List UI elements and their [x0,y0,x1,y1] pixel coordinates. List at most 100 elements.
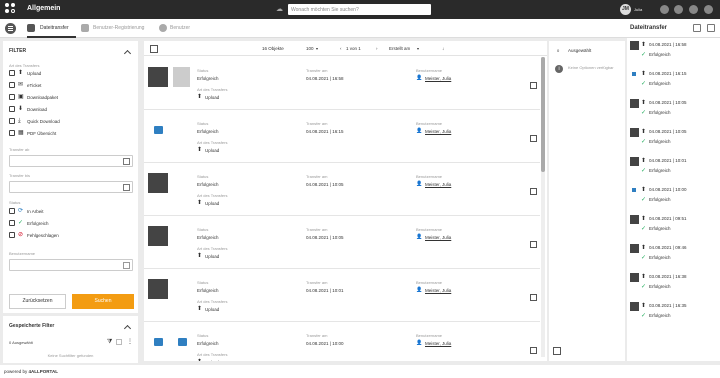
scrollbar[interactable] [541,57,545,357]
recent-transfer-item[interactable]: ⬆ 04.08.2021 | 16:15 ✓ Erfolgreich [627,67,720,96]
table-row[interactable]: Status Erfolgreich Transfer am 04.08.202… [144,269,540,322]
toggle-panel-icon[interactable] [553,347,561,355]
save-icon[interactable] [116,339,122,345]
pagination[interactable]: 1 von 1 [346,46,361,51]
more-icon[interactable] [704,5,713,14]
transfer-to-field[interactable] [9,181,133,193]
search-button[interactable]: Suchen [72,294,134,309]
username-link[interactable]: Meister, Julia [425,288,451,293]
collapse-icon[interactable] [123,324,132,333]
no-options-text: Keine Optionen verfügbar [568,65,614,70]
checkbox[interactable] [9,232,15,238]
row-checkbox[interactable] [530,82,537,89]
clock-icon[interactable] [674,5,683,14]
menu-button[interactable] [5,23,16,34]
checkbox[interactable] [9,220,15,226]
prev-page-icon[interactable]: ‹ [340,46,342,51]
row-checkbox[interactable] [530,294,537,301]
open-picker-icon[interactable] [123,262,130,269]
recent-transfer-item[interactable]: ⬆ 03.08.2021 | 16:38 ✓ Erfolgreich [627,270,720,299]
recent-status: Erfolgreich [649,284,671,289]
image-icon[interactable] [154,338,163,346]
username-link[interactable]: Meister, Julia [425,235,451,240]
sort-direction-icon[interactable]: ↓ [442,46,444,51]
tab-benutzer-registrierung[interactable]: Benutzer-Registrierung [93,25,144,31]
collapse-icon[interactable] [123,49,132,58]
thumbnail[interactable] [148,226,168,246]
cloud-icon[interactable]: ☁ [276,5,283,13]
logo-icon[interactable] [5,3,19,15]
row-checkbox[interactable] [530,188,537,195]
open-external-icon[interactable] [693,24,701,32]
table-row[interactable]: Status Erfolgreich Transfer am 04.08.202… [144,163,540,216]
recent-transfer-item[interactable]: ⬆ 04.08.2021 | 09:51 ✓ Erfolgreich [627,212,720,241]
calendar-icon[interactable] [123,184,130,191]
username-link[interactable]: Meister, Julia [425,129,451,134]
username-link[interactable]: Meister, Julia [425,76,451,81]
checkbox[interactable] [9,70,15,76]
toggle-sidebar-icon[interactable] [150,45,158,53]
chevron-down-icon[interactable]: ▾ [417,46,419,51]
per-page-select[interactable]: 100 [306,46,314,51]
user-icon: 👤 [416,287,423,293]
calendar-icon[interactable] [123,158,130,165]
brand-logo[interactable]: 4ALLPORTAL [29,369,58,374]
recent-transfer-item[interactable]: ⬆ 04.08.2021 | 09:46 ✓ Erfolgreich [627,241,720,270]
table-row[interactable]: Status Erfolgreich Transfer am 04.08.202… [144,57,540,110]
heart-icon[interactable] [689,5,698,14]
table-row[interactable]: Status Erfolgreich Transfer am 04.08.202… [144,110,540,163]
recent-transfer-item[interactable]: ⬆ 04.08.2021 | 10:01 ✓ Erfolgreich [627,154,720,183]
top-bar: Allgemein ☁ Wonach möchten Sie suchen? J… [0,0,720,19]
filter-icon[interactable]: ⧩ [107,339,112,346]
row-checkbox[interactable] [530,135,537,142]
recent-status: Erfolgreich [649,52,671,57]
search-input[interactable]: Wonach möchten Sie suchen? [288,4,431,15]
reset-button[interactable]: Zurücksetzen [9,294,66,309]
recent-transfer-item[interactable]: ⬆ 04.08.2021 | 10:05 ✓ Erfolgreich [627,96,720,125]
recent-transfer-item[interactable]: ⬆ 03.08.2021 | 16:35 ✓ Erfolgreich [627,299,720,328]
checkbox[interactable] [9,208,15,214]
status-value: Erfolgreich [197,182,219,187]
checkbox[interactable] [9,130,15,136]
tab-dateitransfer[interactable]: Dateitransfer [40,25,69,31]
recent-transfer-item[interactable]: ⬆ 04.08.2021 | 10:05 ✓ Erfolgreich [627,125,720,154]
delete-icon[interactable] [707,24,715,32]
row-checkbox[interactable] [530,347,537,354]
scrollbar-thumb[interactable] [541,57,545,172]
thumbnail[interactable] [173,67,190,87]
avatar[interactable]: JM [620,4,631,15]
status-label: Status [197,174,209,179]
next-page-icon[interactable]: › [376,46,378,51]
thumbnail[interactable] [148,67,168,87]
cart-icon[interactable] [660,5,669,14]
transfer-type-value: Upload [205,95,220,100]
username-field[interactable] [9,259,133,271]
more-icon[interactable]: ⋮ [127,338,133,345]
recent-transfer-item[interactable]: ⬆ 04.08.2021 | 10:00 ✓ Erfolgreich [627,183,720,212]
transfer-from-field[interactable] [9,155,133,167]
thumbnail[interactable] [148,279,168,299]
upload-icon: ⬆ [197,200,203,206]
checkbox[interactable] [9,94,15,100]
thumbnail[interactable] [148,173,168,193]
table-row[interactable]: Status Erfolgreich Transfer am 04.08.202… [144,322,540,361]
row-checkbox[interactable] [530,241,537,248]
recent-status: Erfolgreich [649,255,671,260]
transfer-date-label: Transfer am [306,121,328,126]
chevron-down-icon[interactable]: ▾ [316,46,318,51]
sort-select[interactable]: Erstellt am [389,46,410,51]
table-row[interactable]: Status Erfolgreich Transfer am 04.08.202… [144,216,540,269]
checkbox[interactable] [9,118,15,124]
user-name[interactable]: Julia [634,7,642,12]
tab-benutzer[interactable]: Benutzer [170,25,190,31]
image-icon[interactable] [178,338,187,346]
recent-transfer-item[interactable]: ⬆ 04.08.2021 | 16:58 ✓ Erfolgreich [627,38,720,67]
recent-time: 04.08.2021 | 10:00 [649,187,687,192]
username-link[interactable]: Meister, Julia [425,182,451,187]
username-link[interactable]: Meister, Julia [425,341,451,346]
upload-icon: ⬆ [641,274,647,280]
checkbox[interactable] [9,106,15,112]
image-icon[interactable] [154,126,163,134]
info-icon: i [555,65,563,73]
checkbox[interactable] [9,82,15,88]
